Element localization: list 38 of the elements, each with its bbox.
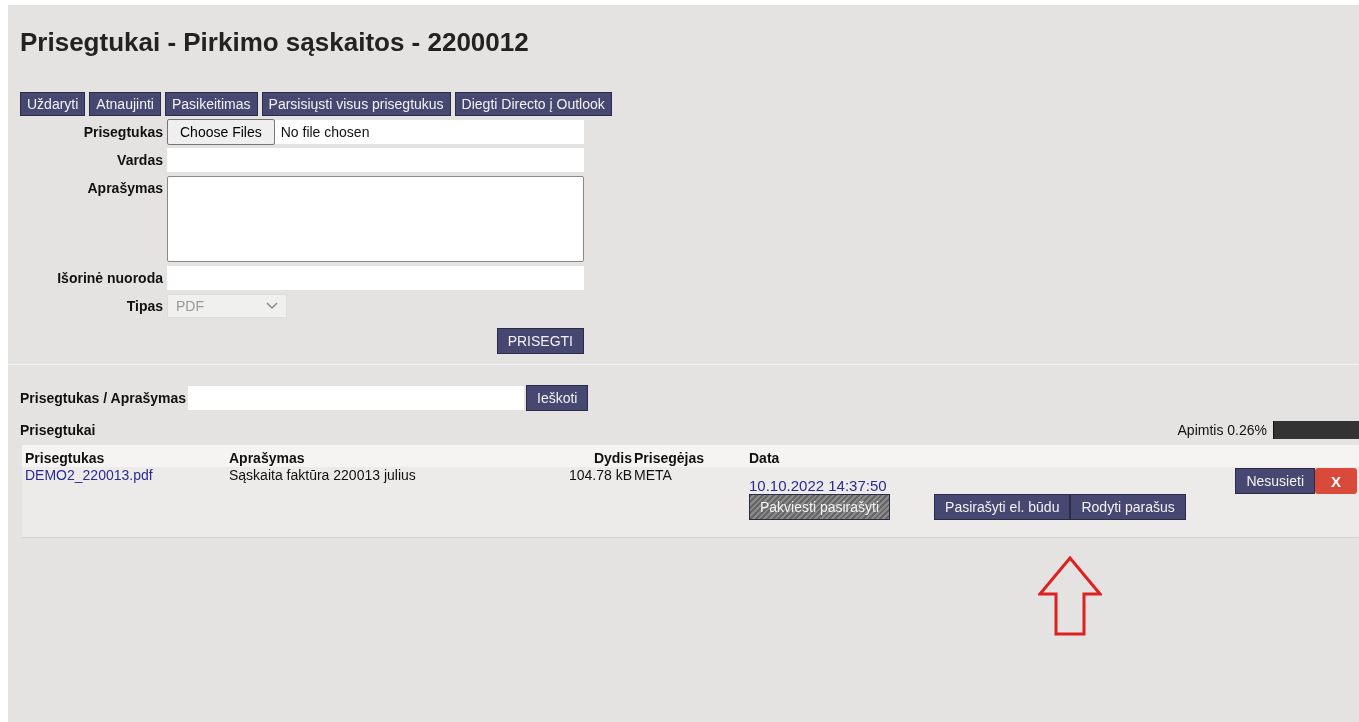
column-header: Prisegtukas xyxy=(25,450,106,467)
table-cell-text: 104.78 kB xyxy=(567,467,633,485)
toolbar-button[interactable]: Atnaujinti xyxy=(89,92,161,116)
unlink-button[interactable]: Nesusieti xyxy=(1235,468,1315,494)
field-label: Išorinė nuoroda xyxy=(56,269,163,286)
attach-button[interactable]: PRISEGTI xyxy=(496,328,584,354)
show-signatures-button[interactable]: Rodyti parašus xyxy=(1070,494,1186,520)
delete-button[interactable]: X xyxy=(1315,468,1357,494)
usage-label: Apimtis 0.26% xyxy=(1177,422,1267,438)
column-header: Prisegėjas xyxy=(634,450,706,467)
chevron-icon xyxy=(266,302,278,310)
file-status: No file chosen xyxy=(280,124,370,140)
field-label: Aprašymas xyxy=(86,179,163,196)
column-header: Aprašymas xyxy=(229,450,306,467)
name-field[interactable] xyxy=(167,148,584,172)
date-text: 10.10.2022 14:37:50 xyxy=(749,477,887,494)
field-label: Vardas xyxy=(116,151,163,168)
table-cell: META xyxy=(634,467,672,483)
list-title: Prisegtukai xyxy=(20,422,96,438)
search-field[interactable] xyxy=(188,386,524,410)
field-label: Tipas xyxy=(125,297,163,314)
page-title: Prisegtukai - Pirkimo sąskaitos - 2200012 xyxy=(20,26,530,58)
file-link[interactable]: DEMO2_220013.pdf xyxy=(25,467,153,483)
field-label: Prisegtukas xyxy=(82,123,163,140)
search-label: Prisegtukas / Aprašymas xyxy=(20,390,186,406)
link-field[interactable] xyxy=(167,266,584,290)
file-field[interactable]: Choose Files No file chosen xyxy=(167,120,584,144)
toolbar-button[interactable]: Uždaryti xyxy=(20,92,86,116)
search-button[interactable]: Ieškoti xyxy=(526,385,589,411)
toolbar-button[interactable]: Parsisiųsti visus prisegtukus xyxy=(261,92,451,116)
description-field[interactable] xyxy=(167,176,584,262)
table-cell: Sąskaita faktūra 220013 julius xyxy=(229,467,416,483)
column-header: Data xyxy=(749,450,781,467)
toolbar-button[interactable]: Pasikeitimas xyxy=(164,92,258,116)
choose-files-button[interactable]: Choose Files xyxy=(167,119,275,145)
toolbar-button[interactable]: Diegti Directo į Outlook xyxy=(454,92,612,116)
column-header: Dydis xyxy=(592,450,633,467)
sign-button[interactable]: Pasirašyti el. būdu xyxy=(934,494,1071,520)
